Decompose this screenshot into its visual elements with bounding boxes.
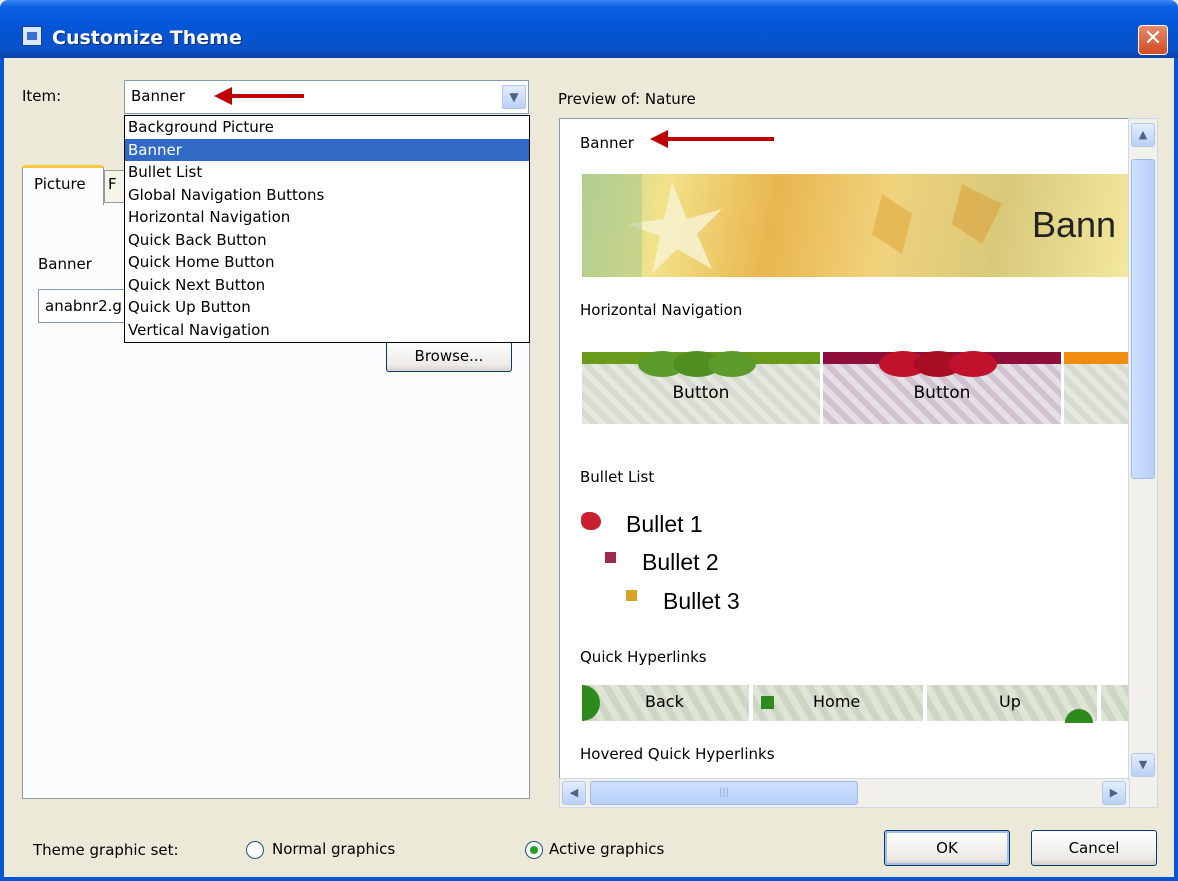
preview-pane[interactable]: Banner Bann Horizontal Navigation Button… [559,118,1130,808]
dropdown-option[interactable]: Quick Up Button [125,296,529,319]
dropdown-option[interactable]: Global Navigation Buttons [125,184,529,207]
bullet-3-icon [626,590,637,601]
normal-graphics-label[interactable]: Normal graphics [272,840,395,858]
cancel-button[interactable]: Cancel [1031,830,1157,866]
preview-bullet-heading: Bullet List [580,468,655,486]
quick-link-back-label: Back [645,692,684,711]
window-title: Customize Theme [52,27,242,49]
quick-link-back: Back [582,685,749,721]
tab-font-label: F [108,175,117,193]
window-frame-right [1174,58,1178,881]
preview-title: Preview of: Nature [558,90,696,108]
tab-font[interactable]: F [104,170,126,202]
preview-hovered-heading: Hovered Quick Hyperlinks [580,745,775,763]
bullet-3-text: Bullet 3 [663,588,740,614]
nav-button-preview: Button [582,351,820,424]
annotation-arrow-preview [650,130,774,148]
quick-link-home-label: Home [813,692,861,711]
window-frame-left [0,58,4,881]
preview-vertical-scrollbar[interactable]: ▲ ▼ [1128,118,1158,808]
dropdown-option[interactable]: Quick Back Button [125,229,529,252]
active-graphics-label[interactable]: Active graphics [549,840,664,858]
browse-button[interactable]: Browse... [386,340,512,372]
banner-file-field[interactable]: anabnr2.g [38,289,128,323]
preview-horizontal-scrollbar[interactable]: ◀ ||| ▶ [559,778,1130,808]
nav-button-preview-partial [1064,352,1129,424]
bullet-2-icon [605,552,616,563]
nav-button-label: Button [913,383,971,403]
active-graphics-radio[interactable] [525,841,543,859]
banner-preview-text: Bann [1032,204,1117,245]
banner-file-value: anabnr2.g [45,297,122,315]
item-select[interactable]: Banner ▼ [124,80,529,114]
scroll-right-icon[interactable]: ▶ [1102,781,1126,805]
banner-label: Banner [38,255,92,273]
leaf-icon [638,351,756,377]
app-icon [22,26,42,46]
title-bar: Customize Theme ✕ [0,0,1178,58]
horizontal-scroll-thumb[interactable]: ||| [590,781,858,805]
annotation-arrow-item [214,87,304,105]
nav-bar-orange [1064,352,1129,364]
quick-link-home: Home [753,685,923,721]
bullet-1-text: Bullet 1 [626,511,703,537]
bullet-2-text: Bullet 2 [642,549,719,575]
banner-image: Bann [582,174,1129,277]
tab-picture-label: Picture [34,175,86,193]
quick-link-up: Up [927,685,1097,723]
tab-picture[interactable]: Picture [22,165,104,205]
up-arrow-icon [1065,709,1093,723]
dropdown-option-selected[interactable]: Banner [125,138,529,161]
scroll-down-icon[interactable]: ▼ [1131,753,1155,777]
scroll-up-icon[interactable]: ▲ [1131,123,1155,147]
preview-hnav-heading: Horizontal Navigation [580,301,743,319]
ok-button[interactable]: OK [884,830,1010,866]
nav-button-label: Button [672,383,730,403]
window-frame-bottom [0,877,1178,881]
quick-link-up-label: Up [999,692,1021,711]
bullet-1-icon [581,512,601,530]
preview-quick-heading: Quick Hyperlinks [580,648,707,666]
item-select-value: Banner [131,87,185,105]
close-button[interactable]: ✕ [1138,25,1168,55]
dropdown-option[interactable]: Bullet List [125,161,529,184]
vertical-scroll-thumb[interactable] [1131,159,1155,479]
preview-banner-heading: Banner [580,134,634,152]
normal-graphics-radio[interactable] [246,841,264,859]
dropdown-option[interactable]: Quick Home Button [125,251,529,274]
item-label: Item: [22,87,62,105]
dropdown-option[interactable]: Vertical Navigation [125,319,529,342]
dropdown-option[interactable]: Horizontal Navigation [125,206,529,229]
scroll-left-icon[interactable]: ◀ [562,781,586,805]
leaf-icon [879,351,997,377]
nav-button-preview: Button [823,351,1061,424]
back-arrow-icon [582,685,600,721]
dropdown-option[interactable]: Background Picture [125,116,529,139]
quick-link-partial [1101,685,1129,721]
item-dropdown-list: Background Picture Banner Bullet List Gl… [124,115,530,343]
dropdown-option[interactable]: Quick Next Button [125,274,529,297]
chevron-down-icon[interactable]: ▼ [502,85,526,109]
graphic-set-label: Theme graphic set: [33,841,179,859]
home-icon [761,696,774,709]
